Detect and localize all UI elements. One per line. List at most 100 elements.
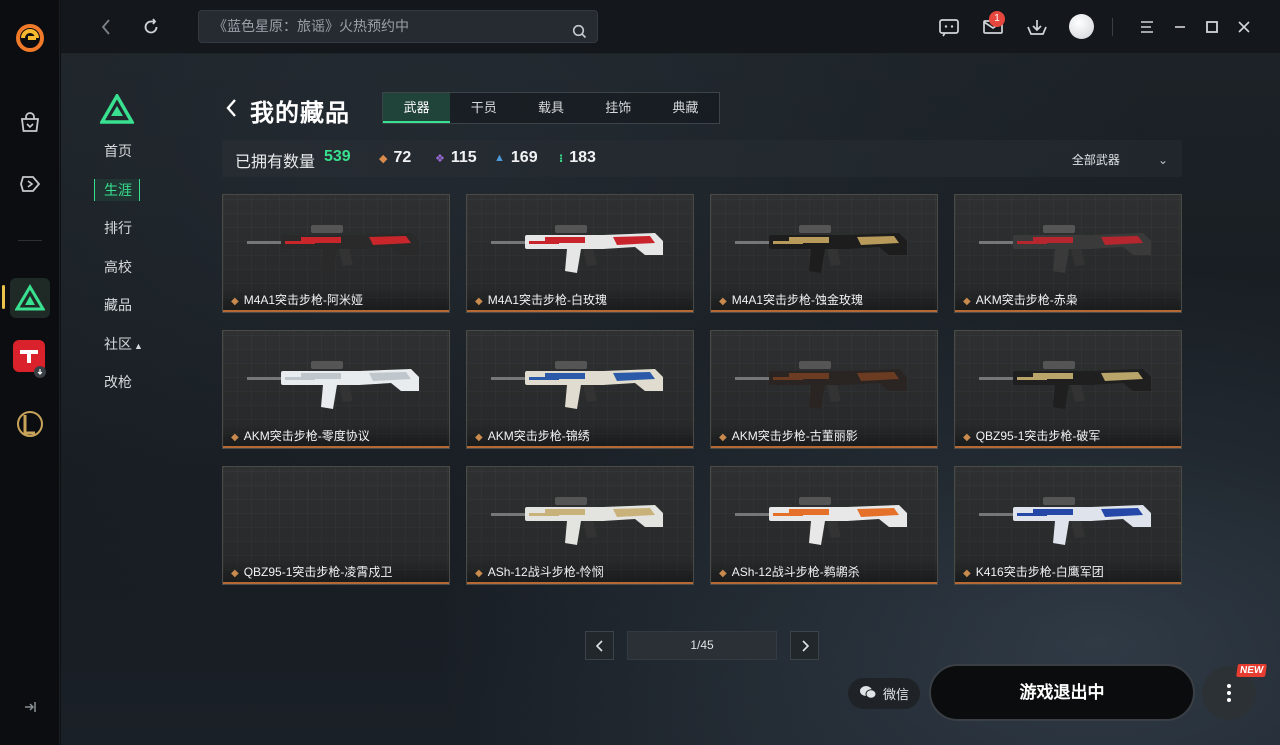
- weapon-name: AKM突击步枪-古董丽影: [731, 429, 858, 443]
- new-badge: NEW: [1236, 664, 1268, 677]
- weapon-image: [491, 225, 663, 273]
- lol-app-icon[interactable]: [10, 404, 50, 444]
- weapon-card[interactable]: ◆ ASh-12战斗步枪-怜悯: [466, 466, 694, 585]
- minimize-icon[interactable]: [1168, 15, 1192, 39]
- weapon-image: [735, 225, 907, 273]
- weapon-shape: [583, 521, 597, 538]
- chat-icon[interactable]: [937, 15, 961, 39]
- weapon-card[interactable]: ◆ M4A1突击步枪-白玫瑰: [466, 194, 694, 313]
- subnav-gunsmith[interactable]: 改枪: [94, 371, 154, 393]
- game-status-button[interactable]: 游戏退出中: [929, 664, 1195, 721]
- weapon-shape: [311, 225, 343, 233]
- weapon-card[interactable]: ◆ ASh-12战斗步枪-鹈鹕杀: [710, 466, 938, 585]
- weapon-filter-dropdown[interactable]: 全部武器 ⌄: [1072, 151, 1168, 168]
- search-input[interactable]: 《蓝色星原：旅谣》火热预约中: [198, 10, 598, 43]
- avatar[interactable]: [1069, 14, 1094, 39]
- weapon-card[interactable]: ◆ AKM突击步枪-锦绣: [466, 330, 694, 449]
- weapon-card[interactable]: ◆ M4A1突击步枪-阿米娅: [222, 194, 450, 313]
- stat-blue-value: 169: [510, 149, 538, 166]
- subnav-home[interactable]: 首页: [94, 140, 154, 162]
- stat-purple-value: 115: [450, 149, 477, 166]
- weapon-shape: [565, 249, 581, 273]
- tab-weapons[interactable]: 武器: [383, 93, 451, 123]
- sub-navigation: 首页 生涯 排行 高校 藏品 社区 ▲ 改枪: [94, 140, 154, 410]
- subnav-career[interactable]: 生涯: [94, 178, 140, 201]
- weapon-shape: [1071, 249, 1085, 266]
- tab-operators[interactable]: 干员: [450, 93, 517, 123]
- weapon-card[interactable]: ◆ QBZ95-1突击步枪-破军: [954, 330, 1182, 449]
- weapon-image: [979, 361, 1151, 409]
- launcher-logo[interactable]: [14, 22, 46, 54]
- tab-charms[interactable]: 挂饰: [585, 93, 652, 123]
- left-rail: [0, 0, 60, 745]
- weapon-shape: [1017, 513, 1047, 516]
- download-icon: [34, 366, 46, 378]
- delta-force-app-icon[interactable]: [10, 278, 50, 318]
- downloads-icon[interactable]: [1025, 15, 1049, 39]
- owned-count-label: 已拥有数量: [235, 154, 316, 171]
- chevron-down-icon: ⌄: [1157, 153, 1168, 167]
- search-icon[interactable]: [572, 19, 587, 50]
- weapon-image: [735, 361, 907, 409]
- back-chevron-icon[interactable]: [224, 97, 240, 119]
- weapon-name: M4A1突击步枪-阿米娅: [243, 293, 364, 307]
- weapon-shape: [1043, 225, 1075, 233]
- games-icon[interactable]: [16, 170, 44, 198]
- weapon-card[interactable]: ◆ K416突击步枪-白鹰军团: [954, 466, 1182, 585]
- top-bar: 《蓝色星原：旅谣》火热预约中 1: [61, 0, 1280, 54]
- rarity-icon: ◆: [719, 568, 727, 579]
- subnav-community[interactable]: 社区 ▲: [94, 333, 154, 355]
- search-placeholder: 《蓝色星原：旅谣》火热预约中: [213, 18, 409, 34]
- owned-count-total: 539: [324, 148, 351, 165]
- weapon-caption: ◆ M4A1突击步枪-白玫瑰: [467, 288, 693, 312]
- weapon-caption: ◆ M4A1突击步枪-蚀金玫瑰: [711, 288, 937, 312]
- subnav-collection[interactable]: 藏品: [94, 294, 154, 316]
- weapon-shape: [1071, 385, 1085, 402]
- weapon-shape: [285, 377, 315, 380]
- subnav-ranking[interactable]: 排行: [94, 217, 154, 239]
- menu-icon[interactable]: [1135, 15, 1159, 39]
- store-icon[interactable]: [16, 109, 44, 137]
- weapon-shape: [1071, 521, 1085, 538]
- rarity-bar: [223, 310, 449, 312]
- weapon-shape: [311, 361, 343, 369]
- maximize-icon[interactable]: [1200, 15, 1224, 39]
- weapon-card[interactable]: ◆ M4A1突击步枪-蚀金玫瑰: [710, 194, 938, 313]
- rarity-icon: ◆: [475, 432, 483, 443]
- weapon-shape: [555, 361, 587, 369]
- back-arrow-icon[interactable]: [94, 15, 118, 39]
- stat-green: ⁝ 183: [559, 149, 596, 167]
- collapse-icon[interactable]: [16, 693, 44, 721]
- rarity-bar: [711, 310, 937, 312]
- weapon-image: [735, 497, 907, 545]
- close-icon[interactable]: [1232, 15, 1256, 39]
- weapon-card[interactable]: ◆ AKM突击步枪-零度协议: [222, 330, 450, 449]
- weapon-card[interactable]: ◆ QBZ95-1突击步枪-凌霄戍卫: [222, 466, 450, 585]
- weapon-caption: ◆ AKM突击步枪-古董丽影: [711, 424, 937, 448]
- tab-vehicles[interactable]: 载具: [517, 93, 584, 123]
- next-page-button[interactable]: [790, 631, 819, 660]
- chevron-up-icon: ▲: [134, 340, 143, 351]
- weapon-card[interactable]: ◆ AKM突击步枪-赤枭: [954, 194, 1182, 313]
- weapon-image: [247, 361, 419, 409]
- weapon-name: QBZ95-1突击步枪-凌霄戍卫: [243, 565, 393, 579]
- subnav-college[interactable]: 高校: [94, 256, 154, 278]
- weapon-card[interactable]: ◆ AKM突击步枪-古董丽影: [710, 330, 938, 449]
- weapon-name: AKM突击步枪-赤枭: [975, 293, 1078, 307]
- refresh-icon[interactable]: [139, 15, 163, 39]
- weapon-shape: [1043, 361, 1075, 369]
- weapon-filter-value: 全部武器: [1071, 153, 1120, 167]
- rarity-icon: ◆: [963, 296, 971, 307]
- weapon-name: K416突击步枪-白鹰军团: [975, 565, 1104, 579]
- prev-page-button[interactable]: [585, 631, 614, 660]
- weapon-shape: [565, 521, 581, 545]
- weapon-image: [491, 361, 663, 409]
- wechat-button[interactable]: 微信: [848, 678, 920, 709]
- weapon-name: AKM突击步枪-锦绣: [487, 429, 590, 443]
- rarity-bar: [467, 310, 693, 312]
- weapon-shape: [565, 385, 581, 409]
- weapon-shape: [1017, 377, 1047, 380]
- weapon-image: [491, 497, 663, 545]
- weapon-shape: [339, 249, 353, 266]
- tab-collectibles[interactable]: 典藏: [652, 93, 719, 123]
